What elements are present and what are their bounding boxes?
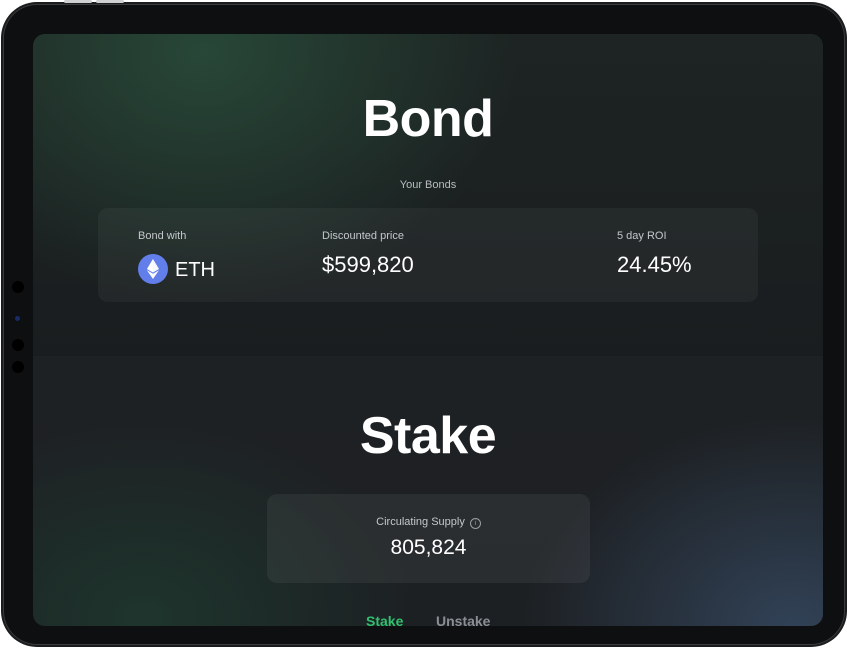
bond-title: Bond <box>362 90 494 148</box>
side-sensor-3 <box>12 339 24 351</box>
ethereum-icon <box>138 254 168 284</box>
discounted-price-value: $599,820 <box>322 252 414 277</box>
circulating-supply-value: 805,824 <box>390 536 467 559</box>
stake-title: Stake <box>359 407 497 465</box>
roi-value: 24.45% <box>617 252 692 277</box>
stake-section: Stake Circulating Supply i 805,824 Stake … <box>33 356 823 626</box>
circulating-supply-card: Circulating Supply i 805,824 <box>267 494 590 583</box>
bond-with-label: Bond with <box>138 230 187 242</box>
info-icon[interactable]: i <box>469 518 481 529</box>
bond-section: Bond Your Bonds Bond with ETH Discounted… <box>33 34 823 356</box>
side-sensor-2 <box>15 316 20 321</box>
circulating-supply-row: Circulating Supply i <box>267 516 590 529</box>
bond-token-name: ETH <box>175 259 215 281</box>
side-sensor-4 <box>12 361 24 373</box>
discounted-price-label: Discounted price <box>322 230 404 242</box>
tab-unstake[interactable]: Unstake <box>436 613 490 626</box>
top-button-right <box>96 0 124 3</box>
your-bonds-label: Your Bonds <box>399 179 457 191</box>
top-button-left <box>64 0 92 3</box>
tablet-frame: Bond Your Bonds Bond with ETH Discounted… <box>3 0 845 645</box>
circulating-supply-label: Circulating Supply <box>376 516 465 528</box>
side-sensor-1 <box>12 281 24 293</box>
app-screen: Bond Your Bonds Bond with ETH Discounted… <box>33 34 823 626</box>
roi-label: 5 day ROI <box>617 230 667 242</box>
bond-card[interactable]: Bond with ETH Discounted price $599,820 … <box>98 208 758 302</box>
tab-stake[interactable]: Stake <box>366 613 403 626</box>
